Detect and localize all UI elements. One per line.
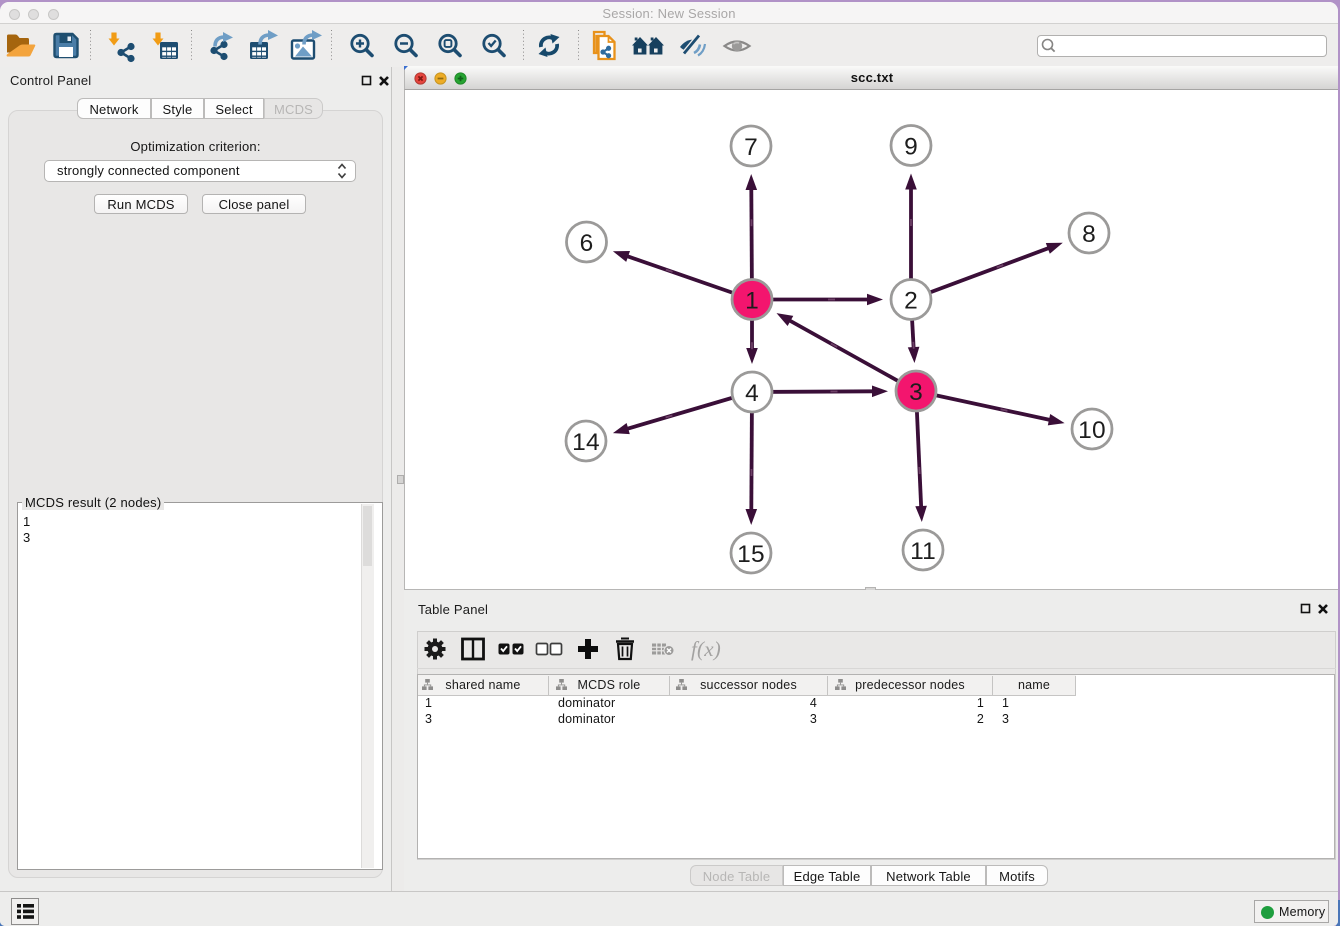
svg-text:7: 7 bbox=[744, 134, 758, 161]
svg-text:8: 8 bbox=[1082, 221, 1096, 248]
svg-text:14: 14 bbox=[572, 429, 600, 456]
svg-text:2: 2 bbox=[904, 288, 918, 315]
svg-text:3: 3 bbox=[909, 379, 923, 406]
svg-text:9: 9 bbox=[904, 134, 918, 161]
svg-text:11: 11 bbox=[910, 538, 936, 565]
svg-text:6: 6 bbox=[580, 230, 594, 257]
svg-text:10: 10 bbox=[1078, 417, 1106, 444]
svg-text:1: 1 bbox=[745, 288, 759, 315]
svg-text:15: 15 bbox=[737, 541, 765, 568]
svg-text:4: 4 bbox=[745, 380, 759, 407]
svg-text:f(x): f(x) bbox=[691, 637, 721, 661]
